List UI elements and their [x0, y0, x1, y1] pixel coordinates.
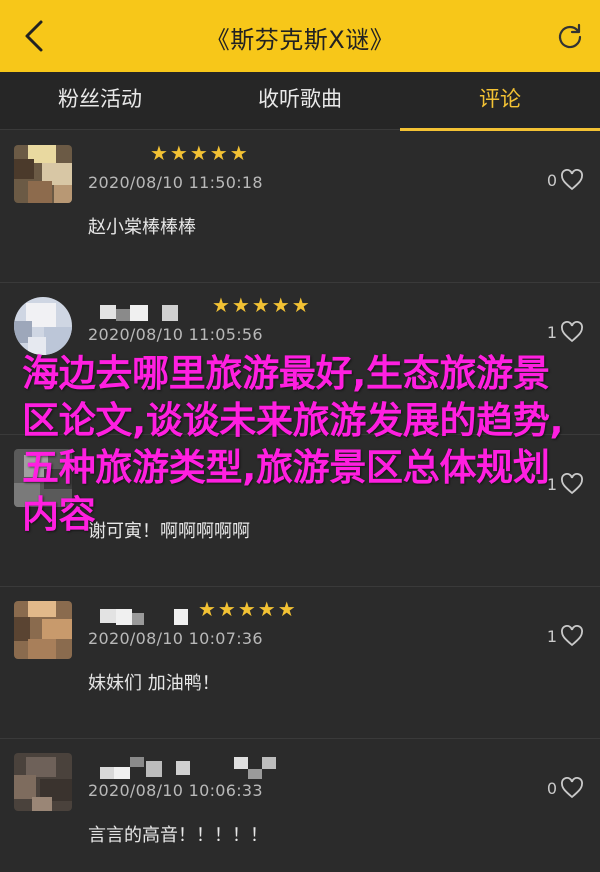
- like-count: 1: [546, 474, 557, 494]
- avatar[interactable]: [14, 297, 72, 355]
- comment-text: 妹妹们 加油鸭！: [88, 673, 220, 694]
- rating-stars: ★★★★★: [198, 597, 298, 621]
- comment-item: 2020/08/10 10:06:33 0 言言的高音！！！！！: [0, 739, 600, 872]
- heart-icon: [561, 169, 583, 191]
- comment-list: ★★★★★ 2020/08/10 11:50:18 0 赵小棠棒棒棒 ★★★★★…: [0, 131, 600, 872]
- like-button[interactable]: 0: [547, 169, 584, 191]
- heart-icon: [561, 321, 583, 343]
- tab-bar: 粉丝活动 收听歌曲 评论: [0, 72, 600, 131]
- comment-date: 2020/08/10 10:06:33: [88, 781, 263, 800]
- like-button[interactable]: 1: [547, 473, 584, 495]
- avatar[interactable]: [14, 145, 72, 203]
- avatar[interactable]: [14, 753, 72, 811]
- comment-date: 2020/08/10 10:07:36: [88, 629, 263, 648]
- tab-fan-activity[interactable]: 粉丝活动: [0, 72, 200, 129]
- like-count: 0: [546, 170, 557, 190]
- rating-stars: ★★★★★: [150, 141, 250, 165]
- refresh-icon: [558, 23, 582, 49]
- page-title: 《斯芬克斯Ⅹ谜》: [205, 26, 395, 54]
- like-count: 1: [546, 626, 557, 646]
- heart-icon: [561, 625, 583, 647]
- tab-listen-songs[interactable]: 收听歌曲: [200, 72, 400, 129]
- avatar[interactable]: [14, 601, 72, 659]
- comment-item: ★★★★★ 1 谢可寅！啊啊啊啊啊: [0, 435, 600, 587]
- comment-item: ★★★★★ 2020/08/10 11:05:56 1: [0, 283, 600, 435]
- heart-icon: [561, 777, 583, 799]
- like-count: 1: [546, 322, 557, 342]
- comment-date: 2020/08/10 11:05:56: [88, 325, 263, 344]
- avatar[interactable]: [14, 449, 72, 507]
- comment-item: ★★★★★ 2020/08/10 10:07:36 1 妹妹们 加油鸭！: [0, 587, 600, 739]
- refresh-button[interactable]: [550, 16, 590, 56]
- comment-text: 谢可寅！啊啊啊啊啊: [88, 521, 250, 542]
- heart-icon: [561, 473, 583, 495]
- rating-stars: ★★★★★: [212, 445, 312, 469]
- tab-comments[interactable]: 评论: [400, 72, 600, 131]
- comment-text: 言言的高音！！！！！: [88, 825, 268, 846]
- comment-date: 2020/08/10 11:50:18: [88, 173, 263, 192]
- like-button[interactable]: 1: [547, 625, 584, 647]
- app-header: 《斯芬克斯Ⅹ谜》: [0, 0, 600, 72]
- comment-item: ★★★★★ 2020/08/10 11:50:18 0 赵小棠棒棒棒: [0, 131, 600, 283]
- like-button[interactable]: 0: [547, 777, 584, 799]
- comment-text: 赵小棠棒棒棒: [88, 217, 196, 238]
- rating-stars: ★★★★★: [212, 293, 312, 317]
- like-count: 0: [546, 778, 557, 798]
- like-button[interactable]: 1: [547, 321, 584, 343]
